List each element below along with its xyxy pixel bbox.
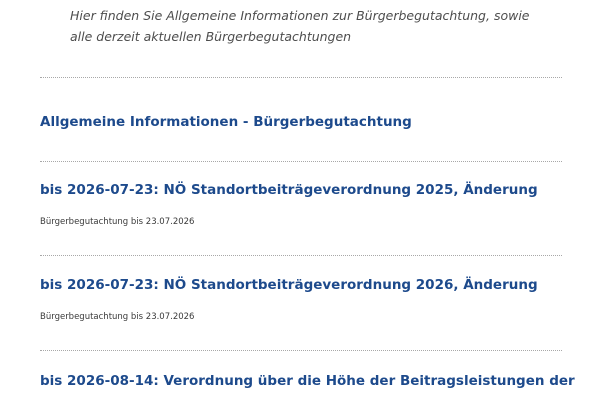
divider: [40, 161, 562, 162]
divider: [40, 77, 562, 78]
intro-line-1: Hier finden Sie Allgemeine Informationen…: [70, 8, 530, 23]
entry-link-1[interactable]: bis 2026-07-23: NÖ Standortbeiträgeveror…: [40, 181, 580, 199]
entry-link-3[interactable]: bis 2026-08-14: Verordnung über die Höhe…: [40, 372, 580, 390]
intro-line-2: alle derzeit aktuellen Bürgerbegutachtun…: [70, 29, 352, 44]
page: Hier finden Sie Allgemeine Informationen…: [0, 0, 600, 400]
divider: [40, 255, 562, 256]
entry-subtitle-1: Bürgerbegutachtung bis 23.07.2026: [40, 217, 195, 227]
entry-subtitle-2: Bürgerbegutachtung bis 23.07.2026: [40, 312, 195, 322]
intro-text: Hier finden Sie Allgemeine Informationen…: [70, 5, 570, 47]
general-info-link[interactable]: Allgemeine Informationen - Bürgerbegutac…: [40, 113, 580, 131]
divider: [40, 350, 562, 351]
entry-link-2[interactable]: bis 2026-07-23: NÖ Standortbeiträgeveror…: [40, 276, 580, 294]
